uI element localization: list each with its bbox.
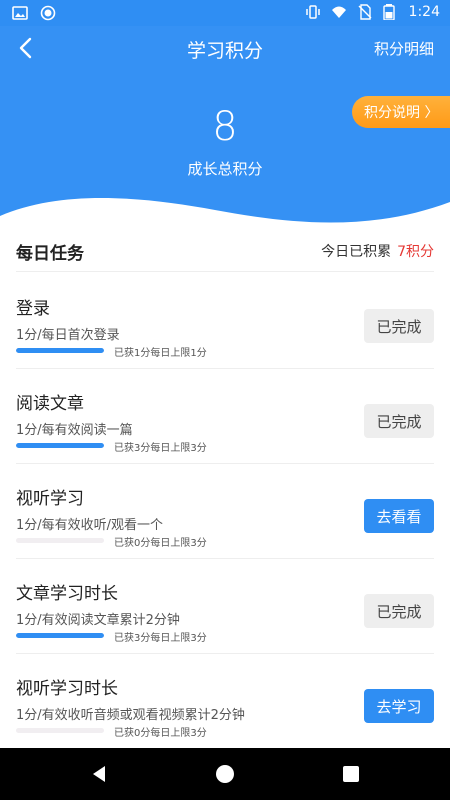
today-points-summary: 今日已积累 7积分 — [321, 241, 434, 261]
task-meta: 已获1分每日上限1分 — [114, 348, 207, 359]
task-item: 登录 1分/每日首次登录 已获1分每日上限1分 已完成 — [16, 274, 434, 369]
task-progress-bar — [16, 538, 104, 543]
today-points-label: 今日已积累 — [321, 244, 392, 260]
vibrate-icon — [305, 4, 321, 20]
task-meta: 已获0分每日上限3分 — [114, 728, 207, 739]
daily-tasks-header: 每日任务 今日已积累 7积分 — [16, 232, 434, 272]
daily-tasks-title: 每日任务 — [16, 244, 84, 264]
wifi-icon — [331, 4, 347, 20]
no-sim-icon — [357, 4, 373, 20]
task-desc: 1分/每有效阅读一篇 — [16, 423, 133, 438]
nav-home-icon[interactable] — [216, 765, 234, 783]
task-title: 阅读文章 — [16, 394, 84, 414]
task-desc: 1分/有效阅读文章累计2分钟 — [16, 613, 180, 628]
task-desc: 1分/每有效收听/观看一个 — [16, 518, 164, 533]
task-title: 登录 — [16, 299, 50, 319]
go-study-button[interactable]: 去学习 — [364, 689, 434, 723]
header-wave — [0, 180, 450, 230]
task-desc: 1分/每日首次登录 — [16, 328, 120, 343]
status-bar: 1:24 — [0, 0, 450, 26]
task-meta: 已获3分每日上限3分 — [114, 443, 207, 454]
task-item: 阅读文章 1分/每有效阅读一篇 已获3分每日上限3分 已完成 — [16, 369, 434, 464]
circle-notification-icon — [40, 5, 56, 21]
task-meta: 已获0分每日上限3分 — [114, 538, 207, 549]
task-desc: 1分/有效收听音频或观看视频累计2分钟 — [16, 708, 245, 723]
task-progress-bar — [16, 728, 104, 733]
image-icon — [12, 5, 28, 21]
status-time: 1:24 — [408, 4, 440, 20]
task-status-button[interactable]: 已完成 — [364, 404, 434, 438]
task-item: 文章学习时长 1分/有效阅读文章累计2分钟 已获3分每日上限3分 已完成 — [16, 559, 434, 654]
task-progress-bar — [16, 633, 104, 638]
system-navigation-bar — [0, 748, 450, 800]
task-title: 视听学习时长 — [16, 679, 118, 699]
task-status-button[interactable]: 已完成 — [364, 594, 434, 628]
task-item: 视听学习 1分/每有效收听/观看一个 已获0分每日上限3分 去看看 — [16, 464, 434, 559]
task-progress-bar — [16, 348, 104, 353]
task-meta: 已获3分每日上限3分 — [114, 633, 207, 644]
total-points: 8 — [212, 104, 238, 150]
task-title: 视听学习 — [16, 489, 84, 509]
nav-recents-icon[interactable] — [343, 766, 359, 782]
nav-back-icon[interactable] — [89, 764, 109, 784]
top-nav: 学习积分 积分明细 — [0, 26, 450, 70]
task-progress-fill — [16, 633, 104, 638]
battery-icon — [382, 4, 399, 21]
task-progress-fill — [16, 348, 104, 353]
task-status-button[interactable]: 已完成 — [364, 309, 434, 343]
task-progress-bar — [16, 443, 104, 448]
today-points-value: 7积分 — [397, 244, 434, 260]
task-title: 文章学习时长 — [16, 584, 118, 604]
points-detail-link[interactable]: 积分明细 — [374, 38, 434, 59]
go-watch-button[interactable]: 去看看 — [364, 499, 434, 533]
task-item: 视听学习时长 1分/有效收听音频或观看视频累计2分钟 已获0分每日上限3分 去学… — [16, 654, 434, 749]
task-progress-fill — [16, 443, 104, 448]
total-points-label: 成长总积分 — [187, 160, 263, 178]
